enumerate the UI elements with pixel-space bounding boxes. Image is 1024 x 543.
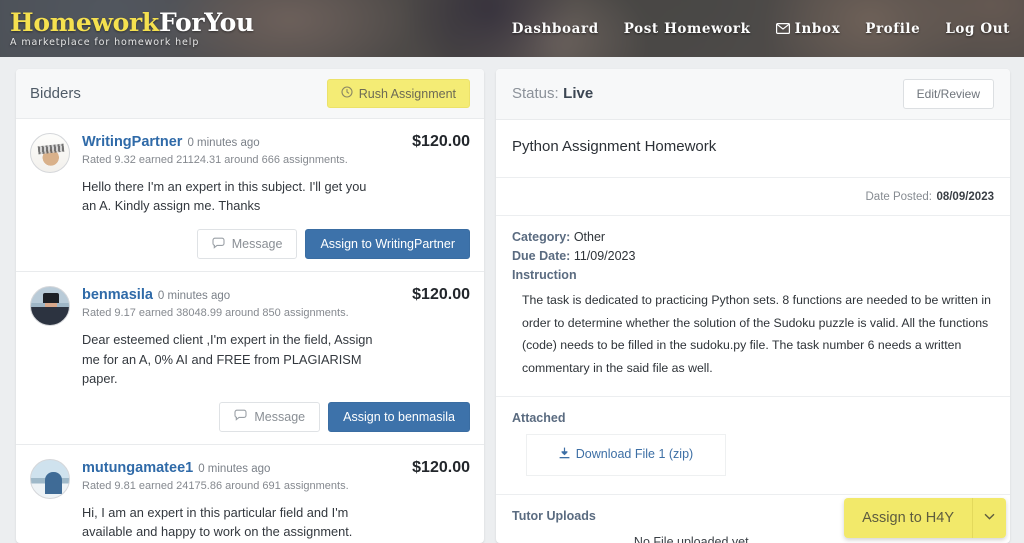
envelope-icon (775, 23, 790, 34)
due-date-value: 11/09/2023 (573, 249, 636, 263)
bidder-message-text: Dear esteemed client ,I'm expert in the … (82, 332, 373, 386)
nav-label-profile: Profile (865, 20, 921, 37)
nav-label-dashboard: Dashboard (511, 20, 599, 37)
bidder-rating: Rated 9.17 earned 38048.99 around 850 as… (82, 307, 349, 320)
bidder-time: 0 minutes ago (198, 462, 271, 475)
bidder-name[interactable]: mutungamatee1 (82, 460, 193, 476)
bidder-row: benmasila 0 minutes ago $120.00 Rated 9.… (16, 272, 484, 445)
logo-tagline: A marketplace for homework help (10, 36, 200, 48)
status-value: Live (563, 85, 594, 102)
chat-bubble-icon (234, 409, 247, 424)
attached-label: Attached (512, 410, 566, 425)
nav-label-log-out: Log Out (945, 20, 1010, 37)
site-logo[interactable]: HomeworkForYou A marketplace for homewor… (10, 10, 254, 48)
avatar[interactable] (30, 286, 70, 327)
assignment-panel: Status: Live Edit/Review Python Assignme… (496, 69, 1010, 543)
rush-assignment-button[interactable]: Rush Assignment (326, 79, 470, 108)
logo-text-primary: Homework (10, 7, 159, 37)
bidder-name[interactable]: WritingPartner (82, 134, 182, 150)
assign-to-bidder-button[interactable]: Assign to WritingPartner (305, 229, 470, 260)
clock-icon (341, 86, 353, 101)
logo-text-secondary: ForYou (158, 7, 254, 37)
avatar[interactable] (30, 458, 70, 499)
assign-to-h4y-dropdown-toggle[interactable] (973, 498, 1006, 538)
status-label: Status: (512, 85, 559, 102)
rush-assignment-label: Rush Assignment (358, 86, 456, 101)
bidder-message-text: Hello there I'm an expert in this subjec… (82, 179, 367, 214)
category-row: Category: Other (512, 230, 994, 244)
chat-bubble-icon (212, 237, 225, 252)
bidder-price: $120.00 (412, 286, 470, 304)
assign-to-h4y-button[interactable]: Assign to H4Y (844, 498, 973, 538)
message-button-label: Message (231, 237, 283, 252)
bidders-title: Bidders (30, 85, 81, 102)
page-body: Bidders Rush Assignment WritingPartner 0… (0, 57, 1024, 543)
instruction-text: The task is dedicated to practicing Pyth… (522, 293, 991, 376)
bidder-row: WritingPartner 0 minutes ago $120.00 Rat… (16, 119, 484, 273)
attached-section: Attached Download File 1 (zip) (496, 397, 1010, 495)
date-posted-label: Date Posted: (865, 191, 932, 203)
date-posted-value: 08/09/2023 (936, 191, 994, 203)
edit-review-button[interactable]: Edit/Review (902, 79, 994, 109)
category-value: Other (573, 230, 606, 244)
avatar[interactable] (30, 133, 70, 173)
nav-item-log-out[interactable]: Log Out (945, 21, 1010, 37)
bidder-price: $120.00 (412, 133, 470, 150)
bidder-time: 0 minutes ago (157, 290, 231, 303)
main-navigation: Dashboard Post Homework Inbox Profile Lo… (512, 21, 1010, 37)
chevron-down-icon (984, 513, 995, 523)
due-date-row: Due Date: 11/09/2023 (512, 249, 994, 263)
assignment-details: Category: Other Due Date: 11/09/2023 Ins… (496, 216, 1010, 397)
download-file-box[interactable]: Download File 1 (zip) (526, 433, 726, 476)
message-button[interactable]: Message (219, 401, 321, 432)
bidder-rating: Rated 9.32 earned 21124.31 around 666 as… (82, 154, 348, 166)
bidder-time: 0 minutes ago (187, 137, 260, 149)
nav-item-profile[interactable]: Profile (865, 21, 920, 37)
assignment-title: Python Assignment Homework (496, 120, 1010, 178)
bidder-rating: Rated 9.81 earned 24175.86 around 691 as… (82, 479, 349, 492)
bidder-row: mutungamatee1 0 minutes ago $120.00 Rate… (16, 445, 484, 543)
nav-item-inbox[interactable]: Inbox (775, 20, 841, 37)
bidder-name[interactable]: benmasila (82, 287, 153, 303)
bidder-price: $120.00 (412, 458, 470, 476)
assignment-panel-header: Status: Live Edit/Review (496, 69, 1010, 120)
date-posted-row: Date Posted: 08/09/2023 (496, 178, 1010, 216)
bidders-panel-header: Bidders Rush Assignment (16, 69, 484, 119)
assign-to-h4y-split-button[interactable]: Assign to H4Y (844, 498, 1006, 538)
nav-label-post-homework: Post Homework (623, 20, 751, 37)
message-button[interactable]: Message (196, 229, 298, 260)
site-header: HomeworkForYou A marketplace for homewor… (0, 0, 1024, 57)
nav-label-inbox: Inbox (794, 20, 841, 37)
instruction-label: Instruction (512, 268, 577, 282)
nav-item-post-homework[interactable]: Post Homework (624, 21, 751, 37)
download-file-label: Download File 1 (zip) (575, 447, 694, 462)
assign-to-bidder-button[interactable]: Assign to benmasila (328, 401, 470, 432)
status-badge: Status: Live (512, 85, 593, 103)
due-date-label: Due Date: (512, 249, 571, 263)
category-label: Category: (512, 230, 571, 244)
bidders-panel: Bidders Rush Assignment WritingPartner 0… (16, 69, 484, 543)
nav-item-dashboard[interactable]: Dashboard (512, 21, 599, 37)
bidder-message-text: Hi, I am an expert in this particular fi… (82, 504, 353, 540)
download-file-link[interactable]: Download File 1 (zip) (559, 447, 693, 462)
message-button-label: Message (254, 409, 306, 424)
download-icon (559, 447, 570, 462)
